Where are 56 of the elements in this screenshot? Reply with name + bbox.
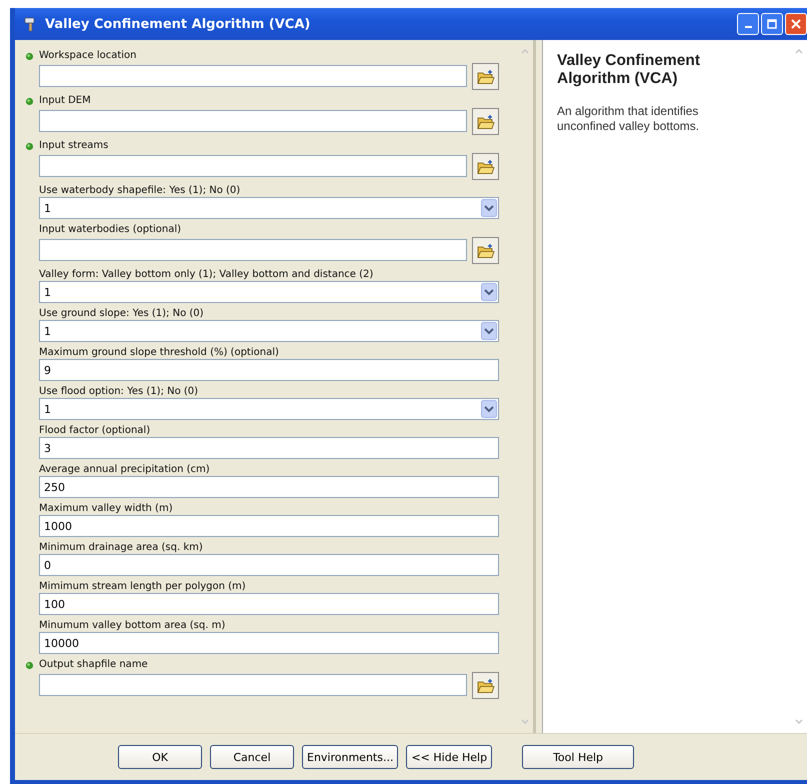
text-field[interactable]: 0 (39, 554, 499, 576)
text-field[interactable]: 10000 (39, 632, 499, 654)
dialog-button[interactable]: Environments... (302, 745, 398, 769)
dropdown-field[interactable]: 1 (39, 398, 499, 420)
help-description: An algorithm that identifies unconfined valley bottoms. (557, 104, 700, 134)
minimize-icon (744, 26, 752, 28)
path-field[interactable] (39, 674, 467, 696)
parameter-label: Maximum valley width (m) (39, 502, 173, 514)
parameter-label: Maximum ground slope threshold (%) (optional) (39, 346, 279, 358)
text-field[interactable]: 250 (39, 476, 499, 498)
folder-icon (476, 242, 494, 258)
parameter-label: Input waterbodies (optional) (39, 224, 182, 234)
text-field[interactable]: 1000 (39, 515, 499, 537)
parameter-label: Use flood option: Yes (1); No (0) (39, 386, 198, 396)
maximize-icon (767, 19, 777, 29)
dialog-button[interactable]: OK (118, 745, 202, 769)
parameter-label: Use ground slope: Yes (1); No (0) (39, 308, 204, 318)
browse-button[interactable] (472, 153, 499, 180)
browse-button[interactable] (472, 63, 499, 90)
browse-button[interactable] (472, 108, 499, 135)
parameter-label: Average annual precipitation (cm) (39, 464, 210, 474)
browse-button[interactable] (472, 237, 499, 264)
parameter-label: Input DEM (39, 94, 91, 106)
dropdown-field[interactable]: 1 (39, 320, 499, 342)
browse-button[interactable] (472, 672, 499, 699)
parameter-label: Use waterbody shapefile: Yes (1); No (0) (39, 184, 240, 196)
close-icon (791, 19, 801, 29)
maximize-button[interactable] (761, 13, 783, 35)
path-field[interactable] (39, 239, 467, 261)
tool-help-button[interactable]: Tool Help (522, 745, 634, 769)
text-field[interactable]: 9 (39, 359, 499, 381)
parameter-label: Flood factor (optional) (39, 424, 150, 436)
folder-icon (476, 678, 494, 694)
parameter-label: Workspace location (39, 50, 137, 60)
parameter-label: Mimimum stream length per polygon (m) (39, 580, 246, 592)
dropdown-field[interactable]: 1 (39, 197, 499, 219)
path-field[interactable] (39, 65, 467, 87)
folder-icon (476, 114, 494, 130)
close-button[interactable] (785, 13, 807, 35)
parameter-label: Input streams (39, 140, 108, 150)
text-field[interactable]: 100 (39, 593, 499, 615)
folder-icon (476, 68, 494, 84)
parameter-label: Minimum drainage area (sq. km) (39, 542, 203, 552)
path-field[interactable] (39, 155, 467, 177)
parameter-label: Minumum valley bottom area (sq. m) (39, 620, 226, 630)
folder-icon (476, 158, 494, 174)
parameter-label: Valley form: Valley bottom only (1); Valley bottom and distance (2) (39, 268, 374, 280)
text-field[interactable]: 3 (39, 437, 499, 459)
parameter-label: Output shapfile name (39, 658, 148, 670)
path-field[interactable] (39, 110, 467, 132)
dropdown-field[interactable]: 1 (39, 281, 499, 303)
help-title: Valley Confinement Algorithm (VCA) (557, 52, 701, 88)
dialog-button[interactable]: Cancel (210, 745, 294, 769)
minimize-button[interactable] (737, 13, 759, 35)
window-title: Valley Confinement Algorithm (VCA) (45, 16, 310, 32)
dialog-button[interactable]: << Hide Help (406, 745, 492, 769)
